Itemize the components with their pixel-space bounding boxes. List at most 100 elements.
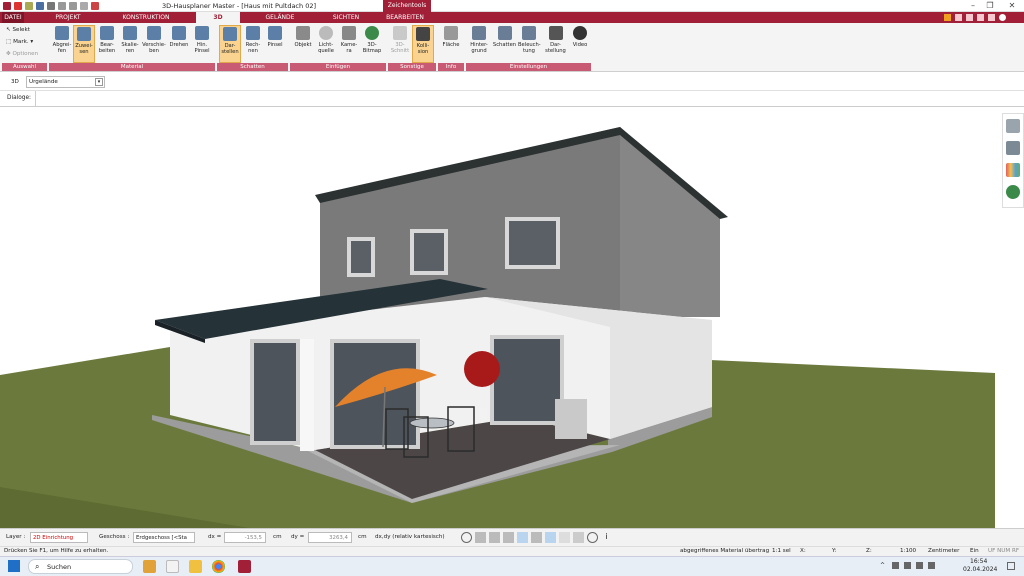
paint-assign-icon [77, 27, 91, 41]
skalieren-button[interactable]: Skalie- ren [119, 25, 141, 63]
view-icon[interactable] [80, 2, 88, 10]
tools-icon[interactable] [944, 14, 951, 21]
x-coordinate-label: X: [800, 548, 806, 554]
quick-access-toolbar [3, 2, 99, 10]
schatten-pinsel-button[interactable]: Pinsel [264, 25, 286, 63]
dy-field[interactable]: 3263,4 [308, 532, 352, 543]
pattern-icon[interactable] [559, 532, 570, 543]
tab-sichten[interactable]: SICHTEN [324, 12, 368, 23]
snap-icon[interactable] [475, 532, 486, 543]
chrome-icon[interactable] [212, 560, 225, 573]
help-icon[interactable] [999, 14, 1006, 21]
options-tool[interactable]: ✥ Optionen [6, 51, 38, 57]
3d-viewport[interactable] [0, 107, 1024, 528]
help-hint: Drücken Sie F1, um Hilfe zu erhalten. [4, 548, 109, 554]
tab-gelaende[interactable]: GELÄNDE [258, 12, 302, 23]
ortho-icon[interactable] [517, 532, 528, 543]
cloud-icon[interactable] [892, 562, 899, 569]
task-view-icon[interactable] [166, 560, 179, 573]
app-logo-icon [3, 2, 11, 10]
grid-icon[interactable] [573, 532, 584, 543]
battery-icon[interactable] [928, 562, 935, 569]
coord-mode: dx,dy (relativ kartesisch) [375, 534, 445, 540]
file-explorer-icon[interactable] [189, 560, 202, 573]
bearbeiten-button[interactable]: Bear- beiten [96, 25, 118, 63]
floor-field[interactable]: Erdgeschoss [<Sta [133, 532, 195, 543]
tab-datei[interactable]: DATEI [2, 12, 24, 23]
abgreifen-button[interactable]: Abgrei- fen [51, 25, 73, 63]
dx-unit: cm [273, 534, 282, 540]
layer-visibility-icon[interactable] [545, 532, 556, 543]
hintergrund-button[interactable]: Hinter- grund [468, 25, 490, 63]
render-icon[interactable] [91, 2, 99, 10]
print-icon[interactable] [47, 2, 55, 10]
layer-select[interactable]: Urgelände ▾ [26, 76, 105, 88]
3d-schnitt-button[interactable]: 3D- Schnitt [389, 25, 411, 63]
layout-icon[interactable] [966, 14, 973, 21]
new-file-icon[interactable] [14, 2, 22, 10]
kamera-button[interactable]: Kame- ra [338, 25, 360, 63]
windows-taskbar: ⌕ Suchen ^ 16:54 02.04.2024 [0, 556, 1024, 576]
hin-pinsel-button[interactable]: Hin. Pinsel [191, 25, 213, 63]
schatten-darstellen-button[interactable]: Dar- stellen [219, 25, 241, 63]
clock-icon[interactable] [461, 532, 472, 543]
hausplaner-app-icon[interactable] [238, 560, 251, 573]
tree-icon[interactable] [1006, 185, 1020, 199]
dx-field[interactable]: -153,5 [224, 532, 266, 543]
material-palette-icon[interactable] [1006, 163, 1020, 177]
drehen-button[interactable]: Drehen [168, 25, 190, 63]
save-icon[interactable] [36, 2, 44, 10]
tray-chevron-icon[interactable]: ^ [880, 562, 887, 569]
flaeche-button[interactable]: Fläche [440, 25, 462, 63]
redo-icon[interactable] [69, 2, 77, 10]
beleuchtung-button[interactable]: Beleuch- tung [518, 25, 541, 63]
3d-bitmap-button[interactable]: 3D- Bitmap [361, 25, 383, 63]
darstellung-button[interactable]: Dar- stellung [543, 25, 568, 63]
volume-icon[interactable] [916, 562, 923, 569]
info-icon[interactable]: ⅰ [601, 532, 612, 543]
window-icon[interactable] [977, 14, 984, 21]
arrange-icon[interactable] [988, 14, 995, 21]
mark-tool[interactable]: ⬚ Mark. ▾ [6, 39, 33, 45]
clock-date[interactable]: 02.04.2024 [963, 566, 997, 573]
notification-icon[interactable] [1007, 562, 1015, 570]
maximize-button[interactable]: ❐ [983, 1, 997, 10]
chair-icon [296, 26, 310, 40]
divider [35, 91, 36, 106]
tab-projekt[interactable]: PROJEKT [42, 12, 94, 23]
clock-time[interactable]: 16:54 [970, 558, 987, 565]
house-shadow-icon [497, 26, 512, 40]
tab-3d[interactable]: 3D [196, 12, 240, 23]
context-tab-zeichentools[interactable]: Zeichentools [383, 0, 431, 12]
verschieben-button[interactable]: Verschie- ben [142, 25, 166, 63]
move-icon [147, 26, 161, 40]
window-upper-3-glass [509, 221, 556, 265]
object-snap-icon[interactable] [503, 532, 514, 543]
grid-snap-icon[interactable] [489, 532, 500, 543]
tab-konstruktion[interactable]: KONSTRUKTION [115, 12, 177, 23]
einstellung-schatten-button[interactable]: Schatten [492, 25, 517, 63]
undo-icon[interactable] [58, 2, 66, 10]
books-app-icon[interactable] [143, 560, 156, 573]
video-button[interactable]: Video [569, 25, 591, 63]
layers-icon[interactable] [1006, 119, 1020, 133]
north-icon[interactable] [587, 532, 598, 543]
open-file-icon[interactable] [25, 2, 33, 10]
network-icon[interactable] [904, 562, 911, 569]
kollision-button[interactable]: Kolli- sion [412, 25, 434, 63]
lichtquelle-button[interactable]: Licht- quelle [315, 25, 337, 63]
layer-field[interactable]: 2D Einrichtung [30, 532, 88, 543]
select-tool[interactable]: ↖ Selekt [6, 27, 30, 33]
hint-bar: Drücken Sie F1, um Hilfe zu erhalten. ab… [0, 546, 1024, 556]
taskbar-search[interactable]: ⌕ Suchen [28, 559, 133, 574]
objekt-button[interactable]: Objekt [292, 25, 314, 63]
chair-icon[interactable] [1006, 141, 1020, 155]
close-button[interactable]: ✕ [1005, 1, 1019, 10]
settings-icon[interactable] [955, 14, 962, 21]
zuweisen-button[interactable]: Zuwei- sen [73, 25, 95, 63]
angle-icon[interactable] [531, 532, 542, 543]
tab-bearbeiten[interactable]: BEARBEITEN [380, 12, 430, 23]
minimize-button[interactable]: – [966, 1, 980, 10]
schatten-rechnen-button[interactable]: Rech- nen [242, 25, 264, 63]
windows-start-icon[interactable] [8, 560, 20, 572]
